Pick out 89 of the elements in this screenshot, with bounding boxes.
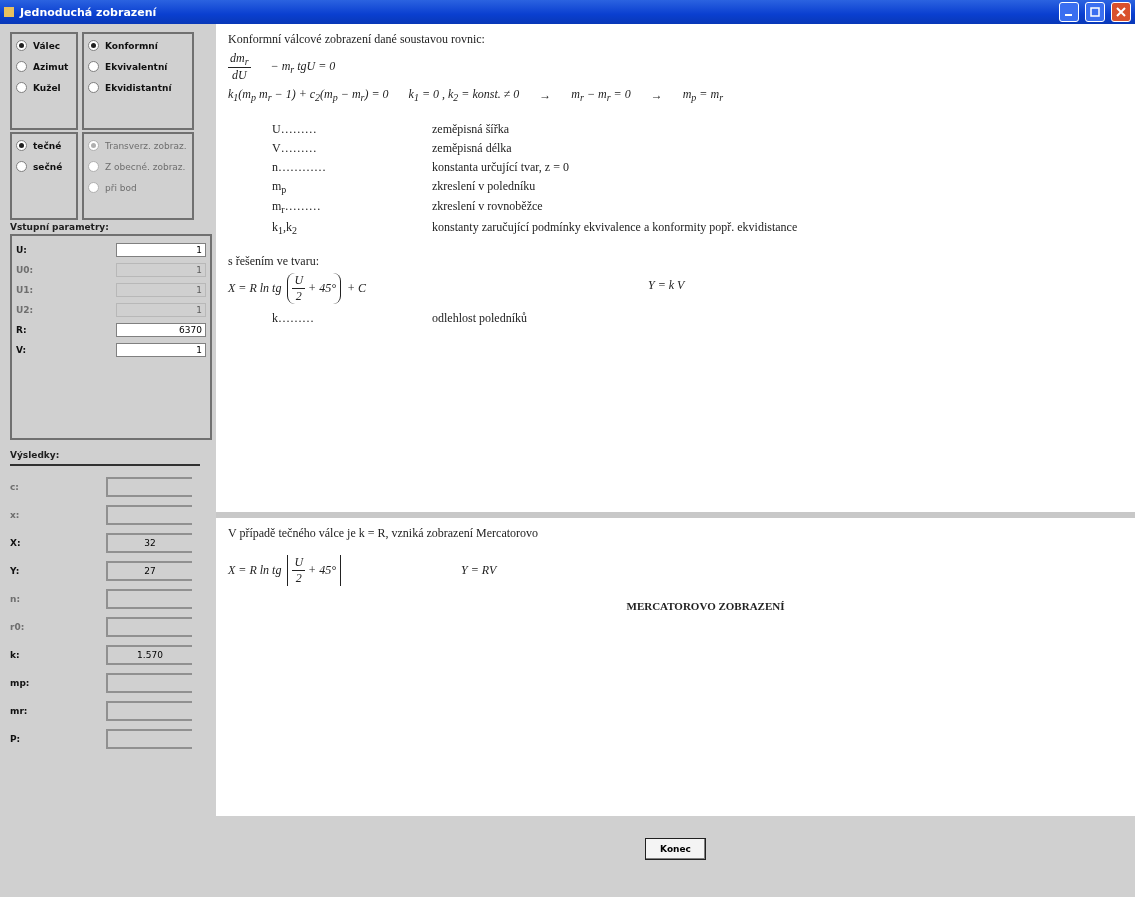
result-label: n:	[10, 594, 21, 604]
option-label: při bod	[105, 182, 137, 193]
section-title: Výsledky:	[10, 450, 61, 460]
result-label: k:	[10, 650, 21, 660]
formula-text: m$_{p}$ = m$_{r}$	[682, 87, 724, 104]
input-field[interactable]: 1	[116, 343, 206, 357]
radio-button[interactable]	[16, 82, 27, 93]
radio-button[interactable]	[16, 140, 27, 151]
option-label: sečné	[33, 161, 63, 172]
numerator: U	[292, 272, 306, 289]
symbol-text: k$_{1}$,k$_{2}$	[272, 219, 298, 236]
result-label: c:	[10, 482, 20, 492]
denominator: dU	[230, 68, 248, 84]
option-label: Azimut	[33, 61, 69, 72]
formula-text: X = R ln tg	[228, 563, 282, 578]
symbol-text: m$_{r}$………	[272, 199, 322, 216]
meaning-text: zkreslení v poledníku	[432, 178, 537, 195]
denominator: 2	[294, 571, 303, 586]
field-label: U0:	[16, 265, 34, 275]
radio-button[interactable]	[88, 40, 99, 51]
case-text: V případě tečného válce je k = R, vzniká zobrazení Mercatorovo	[228, 526, 540, 541]
close-icon	[1116, 7, 1126, 17]
projection-name: MERCATOROVO ZOBRAZENÍ	[626, 600, 785, 612]
symbol-text: m$_{p}$	[272, 178, 288, 196]
formula-text: X = R ln tg	[228, 280, 282, 296]
meaning-text: konstanty zaručující podmínky ekvivalence a konformity popř. ekvidistance	[432, 219, 799, 236]
denominator: 2	[294, 288, 303, 304]
close-button[interactable]: Konec	[645, 837, 706, 860]
solution-label: s řešením ve tvaru:	[228, 253, 320, 269]
field-label: U2:	[16, 305, 34, 315]
field-label: U1:	[16, 285, 34, 295]
formula-text: + 45°	[308, 280, 336, 296]
result-label: Y:	[10, 566, 21, 576]
option-label: tečné	[33, 140, 62, 151]
formula-text: k$_{1}$ = 0 , k$_{2}$ = konst. ≠ 0	[408, 87, 520, 104]
meaning-text: zkreslení v rovnoběžce	[432, 199, 544, 216]
close-button[interactable]	[1111, 2, 1131, 22]
numerator: dm$_{r}$	[228, 51, 251, 69]
window-title: Jednoduchá zobrazení	[20, 5, 158, 19]
formula-text: + C	[347, 280, 367, 296]
input-field[interactable]: 1	[116, 243, 206, 257]
meaning-text: konstanta určující tvar, z = 0	[432, 159, 570, 175]
meaning-text: odlehlost poledníků	[432, 310, 528, 326]
option-label: Kužel	[33, 82, 61, 93]
formula-text: + 45°	[308, 563, 336, 578]
option-label: Konformní	[105, 40, 158, 51]
formula-text: − m$_{r}$ tgU = 0	[270, 59, 336, 76]
result-label: r0:	[10, 622, 26, 632]
symbol-text: k………	[272, 310, 315, 326]
result-field: 27	[106, 561, 192, 581]
formula-text: m$_{r}$ − m$_{r}$ = 0	[571, 87, 631, 104]
result-field: 1.570	[106, 645, 192, 665]
option-label: Transverz. zobraz.	[105, 140, 187, 151]
result-label: P:	[10, 734, 22, 744]
formula-text: k$_{1}$(m$_{p}$ m$_{r}$ − 1) + c$_{2}$(m$_{p}$ − m$_{r}$) = 0	[228, 87, 389, 104]
maximize-button[interactable]	[1085, 2, 1105, 22]
field-label: R:	[16, 325, 27, 335]
radio-button[interactable]	[88, 61, 99, 72]
result-label: X:	[10, 538, 22, 548]
formula-text: →	[539, 88, 552, 104]
option-label: Ekvivalentní	[105, 61, 168, 72]
formula-text: Y = RV	[461, 563, 497, 578]
input-field[interactable]: 6370	[116, 323, 206, 337]
formula-text: Y = k V	[648, 277, 685, 293]
option-label: Válec	[33, 40, 61, 51]
minimize-button[interactable]	[1059, 2, 1079, 22]
result-label: x:	[10, 510, 21, 520]
section-title: Vstupní parametry:	[10, 222, 110, 232]
meaning-text: zeměpisná délka	[432, 140, 513, 156]
option-label: Z obecné. zobraz.	[105, 161, 186, 172]
option-label: Ekvidistantní	[105, 82, 172, 93]
meaning-text: zeměpisná šířka	[432, 121, 510, 137]
result-label: mr:	[10, 706, 29, 716]
field-label: U:	[16, 245, 27, 255]
formula-text: →	[650, 88, 663, 104]
field-label: V:	[16, 345, 27, 355]
symbol-text: V………	[272, 140, 318, 156]
heading-text: Konformní válcové zobrazení dané soustavou rovnic:	[228, 32, 486, 47]
result-field: 32	[106, 533, 192, 553]
radio-button[interactable]	[16, 40, 27, 51]
radio-button[interactable]	[16, 161, 27, 172]
symbol-text: n…………	[272, 159, 327, 175]
radio-button[interactable]	[16, 61, 27, 72]
app-icon	[4, 7, 14, 17]
numerator: U	[292, 555, 306, 571]
maximize-icon	[1090, 7, 1100, 17]
symbol-text: U………	[272, 121, 318, 137]
result-label: mp:	[10, 678, 31, 688]
radio-button[interactable]	[88, 82, 99, 93]
